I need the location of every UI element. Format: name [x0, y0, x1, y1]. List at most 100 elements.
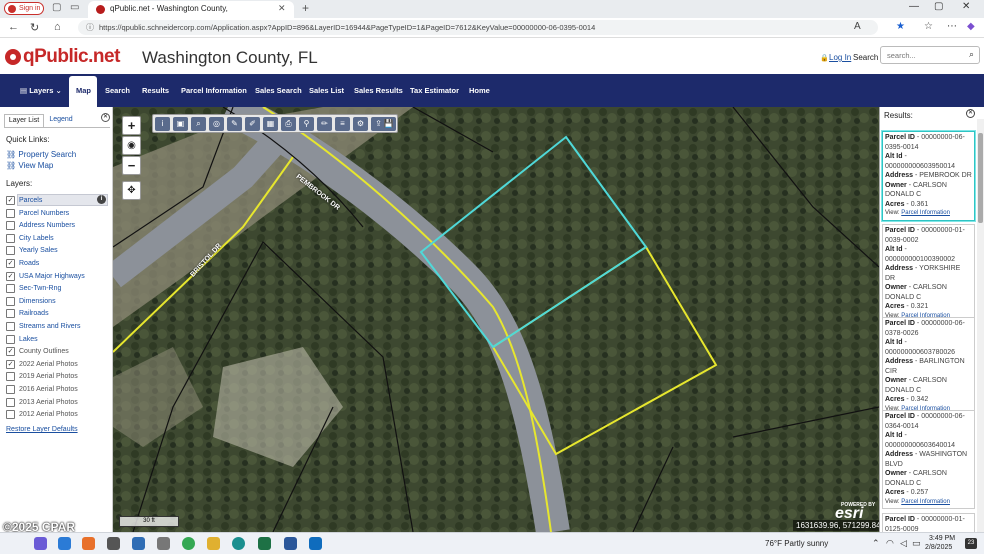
identify-tool-icon[interactable]: ▣ — [173, 117, 188, 131]
nav-results[interactable]: Results — [142, 86, 169, 95]
info-icon[interactable]: i — [97, 195, 106, 204]
nav-parcel-information[interactable]: Parcel Information — [181, 86, 247, 95]
layer-checkbox[interactable] — [6, 233, 15, 243]
layer-checkbox[interactable]: ✓ — [6, 347, 15, 357]
tab-legend[interactable]: Legend — [46, 114, 76, 127]
buffer-tool-icon[interactable]: ◎ — [209, 117, 224, 131]
zoom-in-button[interactable]: + — [122, 116, 141, 135]
layer-checkbox[interactable] — [6, 397, 15, 407]
draw-tool-icon[interactable]: ✐ — [245, 117, 260, 131]
minimize-icon[interactable]: — — [909, 1, 919, 12]
edit-tool-icon[interactable]: ✏ — [317, 117, 332, 131]
info-tool-icon[interactable]: i — [155, 117, 170, 131]
layer-checkbox[interactable] — [6, 246, 15, 256]
tab-close-icon[interactable]: ✕ — [278, 3, 286, 14]
site-info-icon[interactable]: ⓘ — [86, 22, 94, 33]
result-card[interactable]: Parcel ID - 00000000-01-0125-0009 — [882, 513, 975, 532]
refresh-icon[interactable]: ↻ — [30, 21, 39, 34]
restore-layer-defaults-link[interactable]: Restore Layer Defaults — [6, 426, 78, 433]
sign-in-button[interactable]: Sign in — [4, 2, 44, 15]
firefox-app-icon[interactable] — [82, 537, 95, 550]
settings-app-icon[interactable] — [107, 537, 120, 550]
notifications-icon[interactable]: 23 — [965, 538, 977, 549]
calculator-app-icon[interactable] — [157, 537, 170, 550]
save-tool-icon[interactable]: 💾 — [381, 117, 396, 131]
url-field[interactable]: ⓘ https://qpublic.schneidercorp.com/Appl… — [78, 20, 878, 35]
share-tool-icon[interactable]: ⚙ — [353, 117, 368, 131]
layer-checkbox[interactable] — [6, 296, 15, 306]
tab-list-icon[interactable]: ▭ — [70, 2, 79, 13]
nav-search[interactable]: Search — [105, 86, 130, 95]
print-tool-icon[interactable]: ⎙ — [281, 117, 296, 131]
layer-checkbox[interactable] — [6, 385, 15, 394]
site-logo[interactable]: qPublic.net — [23, 46, 120, 68]
nav-home[interactable]: Home — [469, 86, 490, 95]
pan-icon[interactable]: ✥ — [122, 181, 141, 200]
tab-layer-list[interactable]: Layer List — [4, 114, 44, 127]
layer-checkbox[interactable] — [6, 334, 15, 344]
layer-checkbox[interactable] — [6, 309, 15, 319]
folder-app-icon[interactable] — [207, 537, 220, 550]
explorer-app-icon[interactable] — [132, 537, 145, 550]
tab-actions-icon[interactable]: ▢ — [52, 2, 61, 13]
outlook-app-icon[interactable] — [309, 537, 322, 550]
browser-tab-active[interactable]: qPublic.net - Washington County, ✕ — [88, 1, 294, 18]
weather-status[interactable]: 76°F Partly sunny — [765, 539, 828, 548]
globe-icon[interactable]: ◉ — [122, 136, 141, 155]
battery-icon[interactable]: ▭ — [912, 538, 921, 549]
nav-layers[interactable]: ▤ Layers ⌄ — [20, 86, 62, 95]
layer-checkbox[interactable]: ✓ — [6, 259, 15, 268]
chrome-app-icon[interactable] — [182, 537, 195, 550]
result-card[interactable]: Parcel ID - 00000000-06-0395-0014 Alt Id … — [882, 131, 975, 221]
more-icon[interactable]: ⋯ — [947, 21, 957, 32]
parcel-information-link[interactable]: Parcel Information — [901, 210, 950, 216]
close-icon[interactable]: ✕ — [966, 109, 975, 118]
scrollbar-thumb[interactable] — [978, 133, 983, 223]
search-icon[interactable]: ⌕ — [969, 49, 974, 60]
layers-tool-icon[interactable]: ≡ — [335, 117, 350, 131]
read-aloud-icon[interactable]: A — [854, 21, 861, 32]
volume-icon[interactable]: ◁ — [900, 538, 907, 549]
layer-checkbox[interactable] — [6, 410, 15, 420]
clock-time[interactable]: 3:49 PM — [929, 535, 955, 542]
login-link[interactable]: Log In — [829, 53, 851, 62]
excel-app-icon[interactable] — [258, 537, 271, 550]
search-input[interactable] — [881, 47, 967, 63]
word-app-icon[interactable] — [284, 537, 297, 550]
layer-checkbox[interactable]: ✓ — [6, 271, 15, 281]
layer-checkbox[interactable] — [6, 372, 15, 382]
maximize-icon[interactable]: ▢ — [934, 1, 943, 12]
result-card[interactable]: Parcel ID - 00000000-06-0378-0026 Alt Id … — [882, 317, 975, 416]
map-view[interactable]: PEMBROOK DR BRISTOL DR + ◉ − ✥ i ▣ ⌕ ◎ ✎… — [113, 107, 879, 532]
close-window-icon[interactable]: ✕ — [962, 1, 970, 12]
edge-active-app-icon[interactable] — [232, 537, 245, 550]
measure-tool-icon[interactable]: ✎ — [227, 117, 242, 131]
zoom-out-button[interactable]: − — [122, 156, 141, 175]
quick-link-view-map[interactable]: ⛓ View Map — [6, 161, 53, 170]
layer-checkbox[interactable] — [6, 221, 15, 231]
nav-sales-search[interactable]: Sales Search — [255, 86, 302, 95]
clock-date[interactable]: 2/8/2025 — [925, 544, 952, 551]
image-tool-icon[interactable]: ▦ — [263, 117, 278, 131]
nav-sales-list[interactable]: Sales List — [309, 86, 344, 95]
back-icon[interactable]: ← — [8, 21, 19, 33]
result-card[interactable]: Parcel ID - 00000000-06-0364-0014 Alt Id … — [882, 410, 975, 509]
layer-checkbox[interactable] — [6, 322, 15, 331]
result-card[interactable]: Parcel ID - 00000000-01-0039-0002 Alt Id … — [882, 224, 975, 323]
parcel-information-link[interactable]: Parcel Information — [901, 499, 950, 505]
close-icon[interactable]: ✕ — [101, 113, 110, 122]
quick-link-property-search[interactable]: ⛓ Property Search — [6, 150, 76, 159]
layer-checkbox[interactable] — [6, 208, 15, 218]
new-tab-icon[interactable]: + — [302, 1, 309, 15]
layer-checkbox[interactable] — [6, 284, 15, 294]
search-tool-icon[interactable]: ⚲ — [299, 117, 314, 131]
nav-sales-results[interactable]: Sales Results — [354, 86, 403, 95]
edge-app-icon[interactable] — [58, 537, 71, 550]
nav-tax-estimator[interactable]: Tax Estimator — [410, 86, 459, 95]
layer-checkbox[interactable]: ✓ — [6, 196, 15, 205]
select-tool-icon[interactable]: ⌕ — [191, 117, 206, 131]
favorites-icon[interactable]: ☆ — [924, 21, 933, 32]
results-scrollbar[interactable] — [977, 119, 984, 532]
wifi-icon[interactable]: ◠ — [886, 538, 894, 549]
layer-checkbox[interactable]: ✓ — [6, 359, 15, 369]
